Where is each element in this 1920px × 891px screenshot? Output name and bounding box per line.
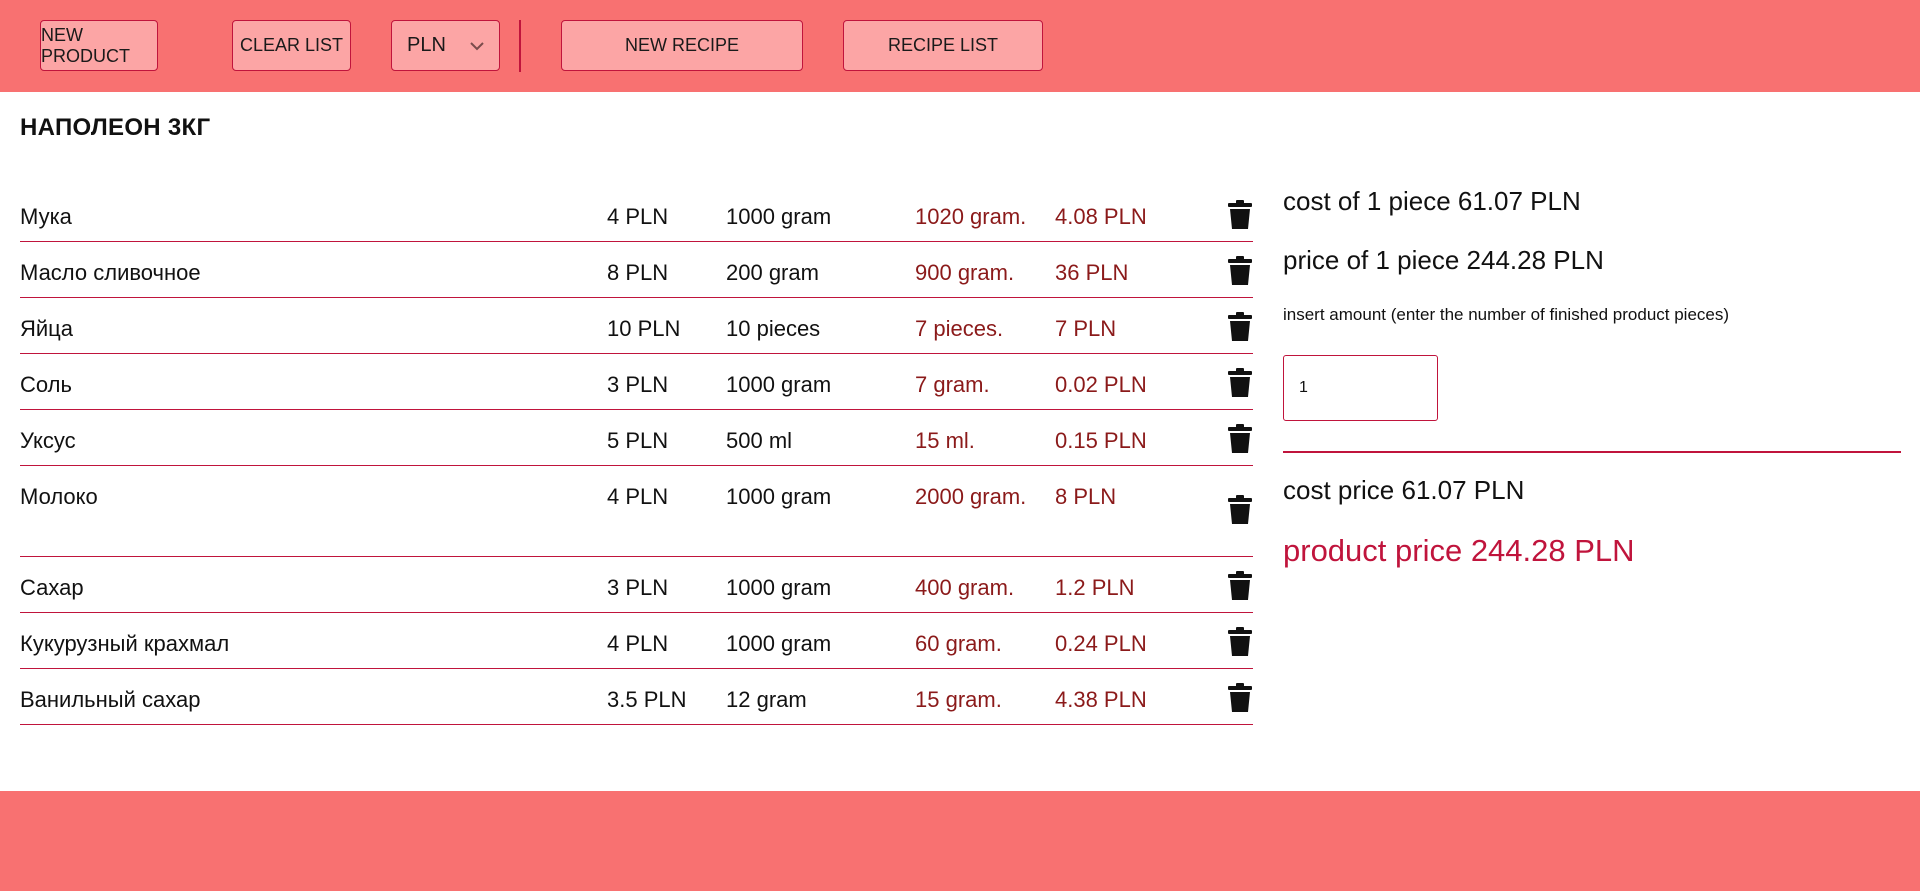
trash-icon[interactable] bbox=[1227, 424, 1253, 454]
ingredient-name: Яйца bbox=[20, 316, 74, 341]
ingredient-price: 3 PLN bbox=[607, 575, 669, 600]
ingredient-unit: 1000 gram bbox=[726, 372, 832, 397]
ingredient-unit: 1000 gram bbox=[726, 204, 832, 229]
ingredient-amount: 15 ml. bbox=[915, 428, 975, 453]
ingredient-price: 3.5 PLN bbox=[607, 687, 687, 712]
new-recipe-button[interactable]: NEW RECIPE bbox=[561, 20, 803, 71]
ingredient-cost: 7 PLN bbox=[1055, 316, 1117, 341]
cost-of-piece: cost of 1 piece 61.07 PLN bbox=[1283, 186, 1581, 216]
ingredient-cost: 8 PLN bbox=[1055, 484, 1117, 509]
ingredient-price: 8 PLN bbox=[607, 260, 669, 285]
ingredient-unit: 200 gram bbox=[726, 260, 819, 285]
ingredient-unit: 1000 gram bbox=[726, 484, 832, 509]
ingredient-cost: 0.24 PLN bbox=[1055, 631, 1147, 656]
ingredient-amount: 2000 gram. bbox=[915, 484, 1027, 509]
ingredient-amount: 7 pieces. bbox=[915, 316, 1004, 341]
ingredient-cost: 1.2 PLN bbox=[1055, 575, 1135, 600]
amount-input[interactable] bbox=[1283, 355, 1438, 421]
ingredient-row: Молоко 4 PLN 1000 gram 2000 gram. 8 PLN bbox=[20, 466, 1253, 557]
ingredient-name: Кукурузный крахмал bbox=[20, 631, 230, 656]
currency-select-value: PLN bbox=[407, 34, 446, 56]
ingredient-amount: 7 gram. bbox=[915, 372, 990, 397]
toolbar-divider bbox=[519, 20, 521, 72]
ingredient-amount: 1020 gram. bbox=[915, 204, 1027, 229]
ingredient-cost: 0.15 PLN bbox=[1055, 428, 1147, 453]
trash-icon[interactable] bbox=[1227, 368, 1253, 398]
new-product-button[interactable]: NEW PRODUCT bbox=[40, 20, 158, 71]
ingredient-name: Уксус bbox=[20, 428, 76, 453]
ingredient-unit: 500 ml bbox=[726, 428, 793, 453]
ingredient-cost: 4.38 PLN bbox=[1055, 687, 1147, 712]
ingredient-table: Мука 4 PLN 1000 gram 1020 gram. 4.08 PLN… bbox=[20, 186, 1253, 725]
ingredient-cost: 36 PLN bbox=[1055, 260, 1129, 285]
ingredient-row: Кукурузный крахмал 4 PLN 1000 gram 60 gr… bbox=[20, 613, 1253, 669]
trash-icon[interactable] bbox=[1227, 312, 1253, 342]
trash-icon[interactable] bbox=[1227, 256, 1253, 286]
amount-hint: insert amount (enter the number of finis… bbox=[1283, 305, 1730, 324]
ingredient-cost: 4.08 PLN bbox=[1055, 204, 1147, 229]
ingredient-row: Яйца 10 PLN 10 pieces 7 pieces. 7 PLN bbox=[20, 298, 1253, 354]
price-of-piece: price of 1 piece 244.28 PLN bbox=[1283, 245, 1604, 275]
ingredient-amount: 60 gram. bbox=[915, 631, 1002, 656]
trash-icon[interactable] bbox=[1227, 200, 1253, 230]
top-toolbar: NEW PRODUCT CLEAR LIST PLN NEW RECIPE RE… bbox=[0, 0, 1920, 92]
ingredient-row: Масло сливочное 8 PLN 200 gram 900 gram.… bbox=[20, 242, 1253, 298]
trash-icon[interactable] bbox=[1227, 495, 1253, 525]
product-price: product price 244.28 PLN bbox=[1283, 533, 1635, 568]
ingredient-row: Соль 3 PLN 1000 gram 7 gram. 0.02 PLN bbox=[20, 354, 1253, 410]
ingredient-price: 4 PLN bbox=[607, 631, 669, 656]
recipe-list-button[interactable]: RECIPE LIST bbox=[843, 20, 1043, 71]
ingredient-amount: 400 gram. bbox=[915, 575, 1015, 600]
cost-price: cost price 61.07 PLN bbox=[1283, 475, 1525, 505]
ingredient-price: 4 PLN bbox=[607, 484, 669, 509]
ingredient-unit: 12 gram bbox=[726, 687, 807, 712]
ingredient-unit: 1000 gram bbox=[726, 575, 832, 600]
trash-icon[interactable] bbox=[1227, 571, 1253, 601]
ingredient-price: 3 PLN bbox=[607, 372, 669, 397]
trash-icon[interactable] bbox=[1227, 627, 1253, 657]
ingredient-cost: 0.02 PLN bbox=[1055, 372, 1147, 397]
ingredient-name: Ванильный сахар bbox=[20, 687, 201, 712]
currency-select[interactable]: PLN bbox=[391, 20, 500, 71]
chevron-down-icon bbox=[470, 42, 484, 51]
ingredient-row: Сахар 3 PLN 1000 gram 400 gram. 1.2 PLN bbox=[20, 557, 1253, 613]
footer bbox=[0, 791, 1920, 891]
trash-icon[interactable] bbox=[1227, 683, 1253, 713]
ingredient-price: 5 PLN bbox=[607, 428, 669, 453]
ingredient-name: Соль bbox=[20, 372, 72, 397]
ingredient-row: Уксус 5 PLN 500 ml 15 ml. 0.15 PLN bbox=[20, 410, 1253, 466]
ingredient-name: Сахар bbox=[20, 575, 84, 600]
ingredient-unit: 1000 gram bbox=[726, 631, 832, 656]
ingredient-amount: 15 gram. bbox=[915, 687, 1002, 712]
ingredient-amount: 900 gram. bbox=[915, 260, 1015, 285]
ingredient-row: Ванильный сахар 3.5 PLN 12 gram 15 gram.… bbox=[20, 669, 1253, 725]
ingredient-row: Мука 4 PLN 1000 gram 1020 gram. 4.08 PLN bbox=[20, 186, 1253, 242]
ingredient-price: 10 PLN bbox=[607, 316, 681, 341]
ingredient-name: Мука bbox=[20, 204, 72, 229]
clear-list-button[interactable]: CLEAR LIST bbox=[232, 20, 351, 71]
ingredient-name: Молоко bbox=[20, 484, 98, 509]
ingredient-price: 4 PLN bbox=[607, 204, 669, 229]
ingredient-name: Масло сливочное bbox=[20, 260, 201, 285]
ingredient-unit: 10 pieces bbox=[726, 316, 821, 341]
summary-divider bbox=[1283, 451, 1901, 453]
recipe-title: НАПОЛЕОН 3КГ bbox=[20, 114, 211, 141]
